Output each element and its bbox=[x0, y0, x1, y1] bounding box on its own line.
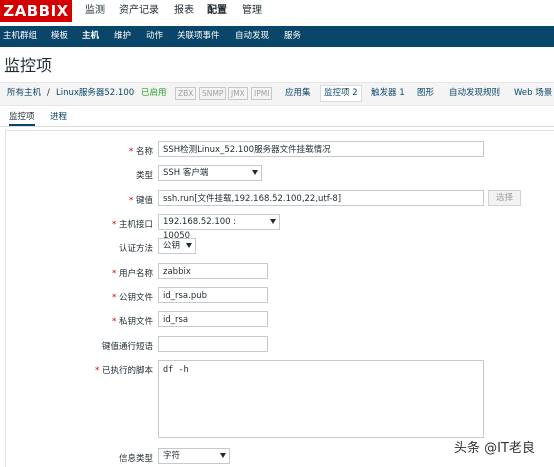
nav-services[interactable]: 服务 bbox=[284, 26, 301, 47]
script-label: * 已执行的脚本 bbox=[95, 366, 153, 376]
interface-select[interactable]: 192.168.52.100 : 10050 bbox=[158, 214, 280, 241]
key-select-button[interactable]: 选择 bbox=[488, 190, 521, 206]
link-triggers[interactable]: 触发器 1 bbox=[371, 82, 405, 104]
breadcrumb-separator: / bbox=[47, 88, 50, 98]
script-textarea[interactable]: df -h bbox=[158, 360, 484, 438]
link-discovery-rules[interactable]: 自动发现规则 bbox=[449, 82, 500, 104]
menu-administration[interactable]: 管理 bbox=[242, 0, 262, 22]
key-label: * 键值 bbox=[129, 196, 153, 206]
link-applications[interactable]: 应用集 bbox=[285, 82, 311, 104]
nav-discovery[interactable]: 自动发现 bbox=[235, 26, 269, 47]
username-input[interactable]: zabbix bbox=[158, 263, 268, 279]
nav-host-groups[interactable]: 主机群组 bbox=[3, 26, 37, 47]
menu-reports[interactable]: 报表 bbox=[174, 0, 194, 22]
private-key-label: * 私钥文件 bbox=[112, 317, 153, 327]
auth-label: 认证方法 bbox=[118, 244, 153, 254]
host-status[interactable]: 已启用 bbox=[141, 82, 167, 104]
private-key-input[interactable]: id_rsa bbox=[158, 311, 268, 327]
top-header bbox=[0, 0, 554, 26]
nav-templates[interactable]: 模板 bbox=[51, 26, 68, 47]
username-label: * 用户名称 bbox=[112, 269, 153, 279]
tag-ipmi: IPMI bbox=[251, 87, 273, 100]
info-type-select[interactable]: 字符 bbox=[158, 448, 230, 464]
link-graphs[interactable]: 图形 bbox=[417, 82, 434, 104]
info-type-label: 信息类型 bbox=[118, 454, 153, 464]
type-select[interactable]: SSH 客户端 bbox=[158, 165, 262, 181]
breadcrumb-all-hosts[interactable]: 所有主机 bbox=[7, 82, 41, 104]
nav-correlation[interactable]: 关联项事件 bbox=[177, 26, 220, 47]
menu-configuration[interactable]: 配置 bbox=[207, 0, 227, 22]
zabbix-logo[interactable]: ZABBIX bbox=[0, 0, 72, 22]
auth-select[interactable]: 公钥 bbox=[158, 238, 196, 254]
passphrase-label: 键值通行短语 bbox=[101, 342, 153, 352]
link-items[interactable]: 监控项 2 bbox=[320, 85, 362, 102]
name-label: * 名称 bbox=[129, 147, 153, 157]
tab-preprocessing[interactable]: 进程 bbox=[50, 108, 67, 126]
nav-maintenance[interactable]: 维护 bbox=[114, 26, 131, 47]
tag-jmx: JMX bbox=[228, 87, 248, 100]
chevron-down-icon bbox=[270, 219, 276, 224]
chevron-down-icon bbox=[220, 453, 226, 458]
passphrase-input[interactable] bbox=[158, 336, 268, 352]
interface-label: * 主机接口 bbox=[112, 220, 153, 230]
form-tabs bbox=[0, 108, 554, 127]
nav-hosts[interactable]: 主机 bbox=[82, 26, 99, 47]
menu-monitoring[interactable]: 监测 bbox=[85, 0, 105, 22]
chevron-down-icon bbox=[252, 170, 258, 175]
chevron-down-icon bbox=[186, 243, 192, 248]
name-input[interactable]: SSH检测Linux_52.100服务器文件挂载情况 bbox=[158, 141, 484, 157]
tab-item[interactable]: 监控项 bbox=[9, 108, 35, 126]
key-input[interactable]: ssh.run[文件挂载,192.168.52.100,22,utf-8] bbox=[158, 190, 484, 206]
page-title: 监控项 bbox=[4, 56, 53, 75]
watermark: 头条 @IT老良 bbox=[454, 441, 535, 456]
tag-snmp: SNMP bbox=[199, 87, 227, 100]
nav-actions[interactable]: 动作 bbox=[146, 26, 163, 47]
type-label: 类型 bbox=[135, 171, 153, 181]
link-web-scenarios[interactable]: Web 场景 bbox=[514, 82, 552, 104]
public-key-label: * 公钥文件 bbox=[112, 293, 153, 303]
tag-zbx: ZBX bbox=[175, 87, 197, 100]
public-key-input[interactable]: id_rsa.pub bbox=[158, 287, 268, 303]
menu-inventory[interactable]: 资产记录 bbox=[119, 0, 159, 22]
breadcrumb-host[interactable]: Linux服务器52.100 bbox=[56, 82, 134, 104]
